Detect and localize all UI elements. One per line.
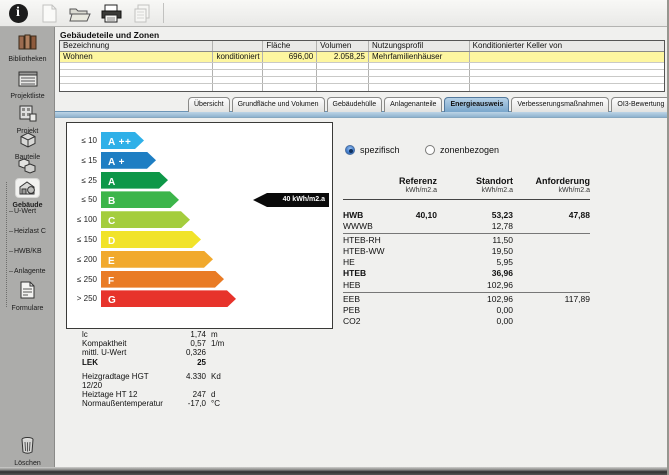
energy-class-row: ≤ 25A <box>67 172 332 189</box>
energy-class-row: ≤ 250F <box>67 271 332 288</box>
window-bottom-edge <box>0 467 669 475</box>
radio-unselected-icon <box>425 145 435 155</box>
energy-bar: A + <box>101 152 156 169</box>
figure-row-normaussentemperatur: Normaußentemperatur-17,0°C <box>82 399 232 408</box>
energy-bar: D <box>101 231 201 248</box>
result-row-hteb: HTEB36,96 <box>343 268 590 279</box>
tab-energieausweis[interactable]: Energieausweis <box>444 97 509 112</box>
figure-row-lek: LEK25 <box>82 358 232 367</box>
energy-class-row: ≤ 10A ++ <box>67 132 332 149</box>
open-folder-icon[interactable] <box>68 2 92 24</box>
list-window-icon <box>16 70 40 88</box>
results-header: ReferenzkWh/m2.a StandortkWh/m2.a Anford… <box>343 176 590 200</box>
zone-row-empty[interactable] <box>60 63 664 70</box>
column-header: Nutzungsprofil <box>369 41 470 51</box>
figure-row-lc: lc1,74m <box>82 330 232 339</box>
sidebar-item-label: Bibliotheken <box>0 56 55 64</box>
results-separator <box>343 233 590 234</box>
tab-verbesserungsmassnahmen[interactable]: Verbesserungsmaßnahmen <box>511 97 609 112</box>
figure-row-kompaktheit: Kompaktheit0,571/m <box>82 339 232 348</box>
toolbar-separator <box>163 3 164 23</box>
sidebar-subitem-anlagente[interactable]: Anlagente <box>9 268 55 276</box>
key-figures: lc1,74m Kompaktheit0,571/m mittl. U-Wert… <box>82 330 232 409</box>
tab-anlagenanteile[interactable]: Anlagenanteile <box>384 97 442 112</box>
sidebar-item-projektliste[interactable]: Projektliste <box>0 70 55 101</box>
result-row-he: HE5,95 <box>343 257 590 268</box>
building-icon <box>16 104 40 123</box>
result-row-peb: PEB0,00 <box>343 305 590 316</box>
house-icon <box>16 179 39 197</box>
sidebar-item-bibliotheken[interactable]: Bibliotheken <box>0 33 55 64</box>
zones-header-row: Bezeichnung Fläche Volumen Nutzungsprofi… <box>60 41 664 52</box>
column-header: Konditionierter Keller von <box>470 41 664 51</box>
result-row-wwwb: WWWB12,78 <box>343 221 590 232</box>
results-table: HWB40,1053,2347,88 WWWB12,78 HTEB-RH11,5… <box>343 210 590 327</box>
energy-class-row: > 250G <box>67 290 332 307</box>
info-icon[interactable]: i <box>6 2 30 24</box>
column-header: Volumen <box>317 41 369 51</box>
zone-row-empty[interactable] <box>60 84 664 91</box>
column-header: Fläche <box>263 41 317 51</box>
result-row-hteb-rh: HTEB-RH11,50 <box>343 235 590 246</box>
energy-scale-chart: ≤ 10A ++ ≤ 15A + ≤ 25A ≤ 50B ≤ 100C ≤ 15… <box>66 122 333 329</box>
result-row-hteb-ww: HTEB-WW19,50 <box>343 246 590 257</box>
sidebar-subitem-heizlast[interactable]: Heizlast C <box>9 228 55 236</box>
energy-class-row: ≤ 150D <box>67 231 332 248</box>
energy-bar: A ++ <box>101 132 144 149</box>
figure-row-heizgradtage: Heizgradtage HGT 12/204.330Kd <box>82 372 232 390</box>
sidebar-item-label: Projektliste <box>0 93 55 101</box>
toolbar: i <box>0 0 669 27</box>
sidebar-item-label: Formulare <box>0 305 55 313</box>
tab-grundflaeche-und-volumen[interactable]: Grundfläche und Volumen <box>232 97 325 112</box>
zones-table: Bezeichnung Fläche Volumen Nutzungsprofi… <box>59 40 665 92</box>
zones-panel-title: Gebäudeteile und Zonen <box>60 30 159 40</box>
print-icon[interactable] <box>99 2 123 24</box>
new-document-icon[interactable] <box>37 2 61 24</box>
sidebar: Bibliotheken Projektliste Projekt Bautei… <box>0 27 55 467</box>
energy-bar: B <box>101 191 179 208</box>
figure-row-u-wert: mittl. U-Wert0,326 <box>82 348 232 357</box>
tab-bar: Übersicht Grundfläche und Volumen Gebäud… <box>188 97 669 112</box>
sidebar-subitem-hwb-kb[interactable]: HWB/KB <box>9 248 55 256</box>
sidebar-subitem-u-wert[interactable]: U-Wert <box>9 208 55 216</box>
column-header <box>213 41 263 51</box>
cubes-icon <box>16 157 39 175</box>
form-icon <box>17 280 38 300</box>
energy-class-row: ≤ 200E <box>67 251 332 268</box>
tab-oi3-bewertung[interactable]: OI3-Bewertung <box>611 97 669 112</box>
column-header: Bezeichnung <box>60 41 213 51</box>
zone-row-selected[interactable]: Wohnen konditioniert 696,00 2.058,25 Meh… <box>60 52 664 63</box>
result-row-eeb: EEB102,96117,89 <box>343 294 590 305</box>
results-separator <box>343 292 590 293</box>
radio-spezifisch[interactable]: spezifisch <box>345 145 400 155</box>
zone-row-empty[interactable] <box>60 70 664 77</box>
result-row-hwb: HWB40,1053,2347,88 <box>343 210 590 221</box>
energy-value-marker: 40 kWh/m2.a <box>253 193 329 207</box>
tab-gebaeudehuelle[interactable]: Gebäudehülle <box>327 97 383 112</box>
energy-class-row: ≤ 15A + <box>67 152 332 169</box>
energy-bar: A <box>101 172 168 189</box>
radio-selected-icon <box>345 145 355 155</box>
application-window: i Bibliotheken Projektliste <box>0 0 669 475</box>
sidebar-item-gebaeude[interactable]: Gebäude <box>0 179 55 210</box>
sidebar-item-formulare[interactable]: Formulare <box>0 280 55 313</box>
energy-bar: F <box>101 271 224 288</box>
copy-icon[interactable] <box>130 2 154 24</box>
energy-bar: G <box>101 290 236 307</box>
energy-bar: C <box>101 211 190 228</box>
result-row-co2: CO20,00 <box>343 316 590 327</box>
tab-uebersicht[interactable]: Übersicht <box>188 97 230 112</box>
tab-underline-strip <box>55 111 669 118</box>
zone-row-empty[interactable] <box>60 77 664 84</box>
figure-row-heiztage: Heiztage HT 12247d <box>82 390 232 399</box>
radio-zonenbezogen[interactable]: zonenbezogen <box>425 145 499 155</box>
delete-button[interactable]: Löschen <box>0 435 55 468</box>
trash-icon <box>18 435 37 455</box>
books-icon <box>16 33 40 51</box>
energy-class-row: ≤ 100C <box>67 211 332 228</box>
energy-bar: E <box>101 251 213 268</box>
cube-icon <box>17 131 39 149</box>
result-row-heb: HEB102,96 <box>343 280 590 291</box>
